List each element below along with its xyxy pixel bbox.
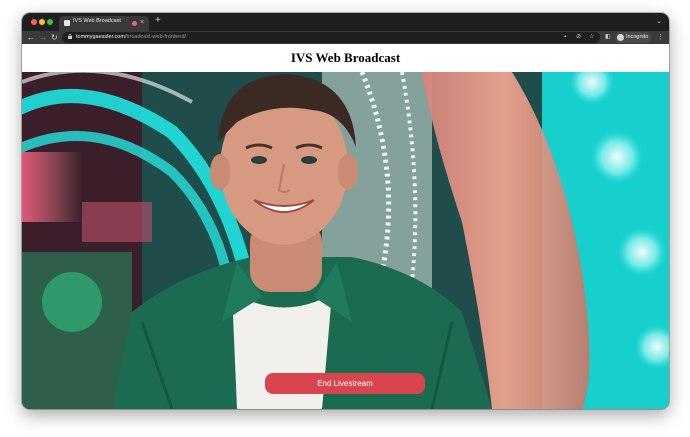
favicon-icon [64, 20, 70, 26]
maximize-window-button[interactable] [47, 19, 53, 25]
back-arrow-icon[interactable]: ← [27, 32, 35, 43]
tab-search-chevron-icon[interactable]: ⌄ [656, 16, 662, 28]
recording-indicator-icon [132, 21, 137, 26]
camera-icon[interactable]: ▪ [564, 33, 566, 42]
camera-preview-video: End Livestream [22, 72, 669, 409]
incognito-icon [617, 34, 624, 41]
address-bar[interactable]: tommygaessler.com/broadcast-web-frontend… [62, 32, 600, 43]
page-header: IVS Web Broadcast [22, 44, 669, 72]
tab-bar: IVS Web Broadcast × + ⌄ [22, 13, 669, 31]
close-tab-icon[interactable]: × [140, 17, 144, 29]
bookmark-star-icon[interactable]: ☆ [589, 33, 594, 42]
browser-window: IVS Web Broadcast × + ⌄ ← → ↻ tommygaess… [22, 13, 669, 409]
web-page: IVS Web Broadcast End Livestream [22, 44, 669, 409]
incognito-profile-button[interactable]: Incognito [615, 32, 651, 43]
reload-icon[interactable]: ↻ [51, 32, 58, 43]
tab-title: IVS Web Broadcast [73, 18, 121, 24]
minimize-window-button[interactable] [39, 19, 45, 25]
browser-tab[interactable]: IVS Web Broadcast × [59, 16, 149, 31]
page-title: IVS Web Broadcast [290, 50, 401, 65]
new-tab-button[interactable]: + [155, 15, 161, 27]
lock-icon [68, 34, 72, 39]
end-livestream-button[interactable]: End Livestream [265, 373, 425, 394]
forward-arrow-icon[interactable]: → [39, 32, 47, 43]
more-menu-icon[interactable]: ⋮ [657, 32, 664, 43]
browser-toolbar: ← → ↻ tommygaessler.com/broadcast-web-fr… [22, 31, 669, 44]
eye-off-icon[interactable]: ⊘ [576, 33, 581, 42]
side-panel-icon[interactable]: ◧ [605, 33, 611, 42]
url-text: tommygaessler.com/broadcast-web-frontend… [76, 34, 187, 40]
video-frame-illustration [22, 72, 669, 409]
close-window-button[interactable] [31, 19, 37, 25]
